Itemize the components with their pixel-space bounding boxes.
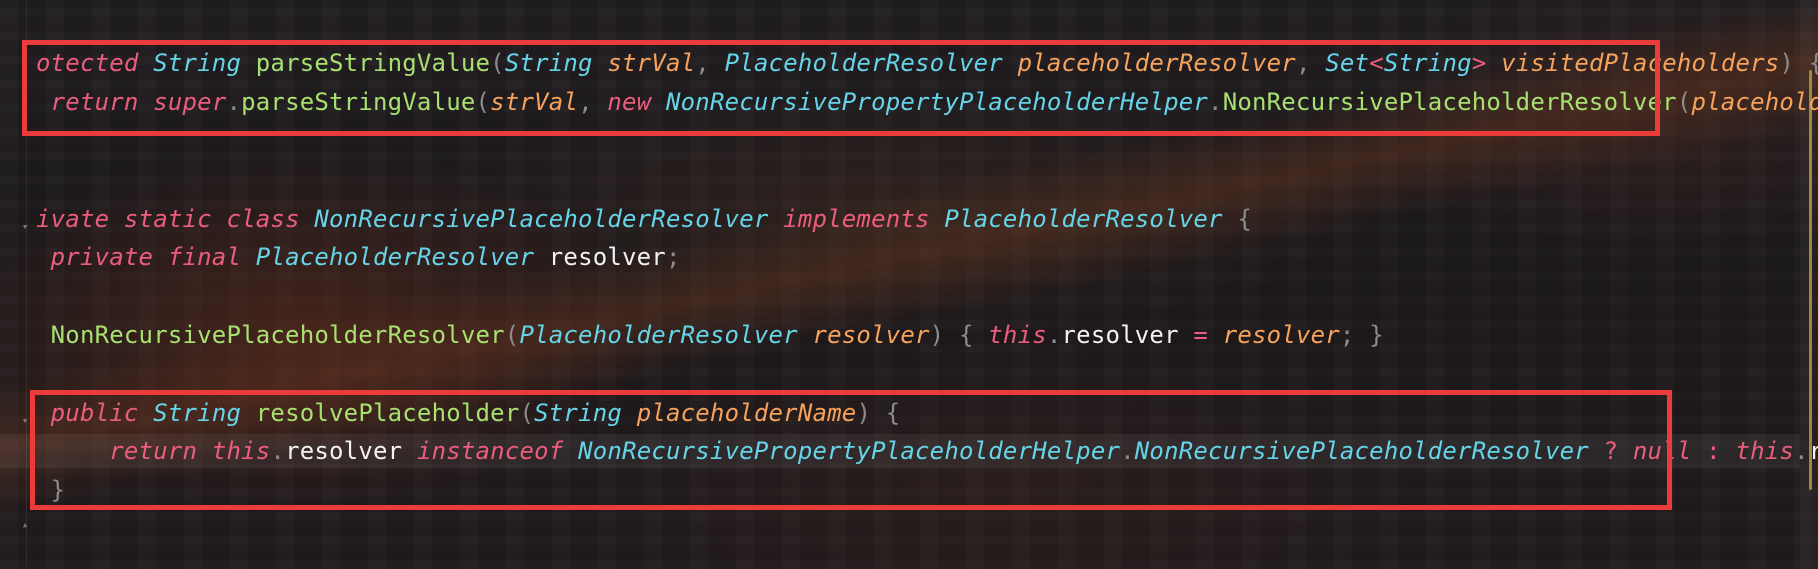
code-token: NonRecursivePlaceholderResolver bbox=[50, 321, 505, 349]
code-token: ) { bbox=[929, 321, 989, 349]
code-token: resolver bbox=[812, 321, 930, 349]
code-token: implements bbox=[783, 205, 930, 233]
code-token: ) { bbox=[1779, 49, 1818, 77]
code-token: : bbox=[1706, 437, 1721, 465]
code-token: { bbox=[1222, 205, 1252, 233]
code-token: this bbox=[988, 321, 1047, 349]
code-token: NonRecursivePlaceholderResolver bbox=[314, 205, 769, 233]
code-token: static bbox=[123, 205, 212, 233]
code-token: . bbox=[1046, 321, 1062, 349]
code-token: = bbox=[1193, 321, 1209, 349]
code-token: private bbox=[50, 243, 154, 271]
code-line[interactable]: ivate static class NonRecursivePlacehold… bbox=[36, 202, 1252, 236]
code-line[interactable]: private final PlaceholderResolver resolv… bbox=[36, 240, 681, 274]
code-token: resolver bbox=[1222, 321, 1340, 349]
code-token: resolver bbox=[1061, 321, 1179, 349]
code-token: resolv bbox=[1808, 437, 1818, 465]
code-token: ( bbox=[1676, 88, 1692, 116]
code-token: this bbox=[1735, 437, 1795, 465]
code-line[interactable]: NonRecursivePlaceholderResolver(Placehol… bbox=[36, 318, 1384, 352]
code-token: ivate bbox=[36, 205, 110, 233]
code-token: ; bbox=[665, 243, 681, 271]
code-token: . bbox=[1794, 437, 1809, 465]
code-token: PlaceholderResolver bbox=[519, 321, 798, 349]
code-token: PlaceholderResolver bbox=[944, 205, 1223, 233]
code-token: final bbox=[167, 243, 242, 271]
code-token: placeholderRes bbox=[1691, 88, 1818, 116]
code-token: ( bbox=[504, 321, 520, 349]
code-token: ; } bbox=[1339, 321, 1384, 349]
highlight-box-parse-string-value bbox=[22, 40, 1660, 136]
code-token: PlaceholderResolver bbox=[255, 243, 535, 271]
scrollbar-thumb[interactable] bbox=[1809, 70, 1812, 490]
code-token: resolver bbox=[548, 243, 666, 271]
code-token: class bbox=[226, 205, 300, 233]
highlight-box-resolve-placeholder bbox=[30, 390, 1672, 510]
